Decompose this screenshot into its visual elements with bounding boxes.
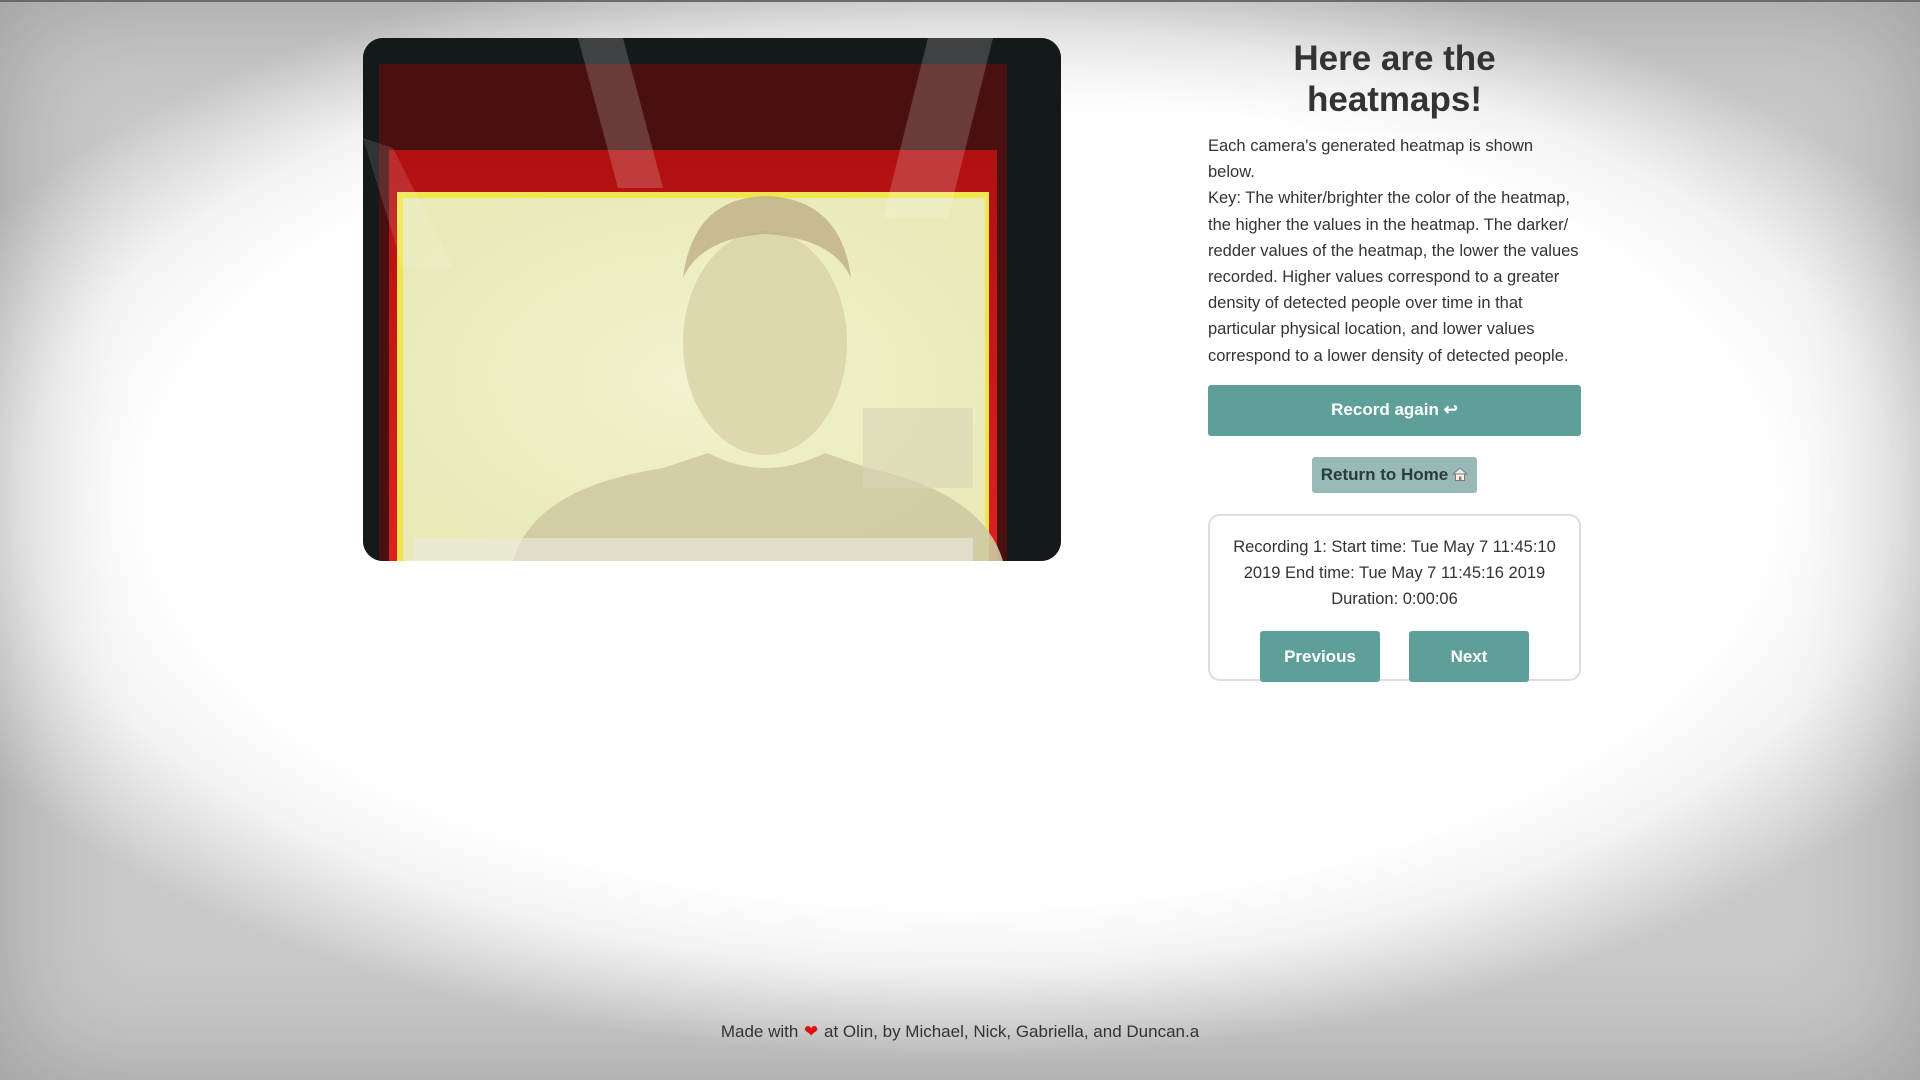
previous-button[interactable]: Previous <box>1260 631 1380 683</box>
right-panel: Here are the heatmaps! Each camera's gen… <box>1208 38 1581 683</box>
recording-card: Recording 1: Start time: Tue May 7 11:45… <box>1208 513 1581 683</box>
heatmap-description: Each camera's generated heatmap is shown… <box>1208 133 1581 369</box>
recording-nav: Previous Next <box>1226 631 1563 683</box>
heatmap-image <box>363 38 1061 561</box>
footer: Made with ❤ at Olin, by Michael, Nick, G… <box>0 1022 1920 1042</box>
return-to-home-button[interactable]: Return to Home <box>1311 456 1478 493</box>
home-icon <box>1451 466 1469 481</box>
description-key: Key: The whiter/brighter the color of th… <box>1208 189 1579 365</box>
footer-prefix: Made with <box>720 1022 799 1041</box>
return-to-home-label: Return to Home <box>1320 464 1449 484</box>
heart-icon: ❤ <box>804 1022 819 1041</box>
home-button-wrap: Return to Home <box>1208 456 1581 493</box>
next-button[interactable]: Next <box>1409 631 1529 683</box>
description-intro: Each camera's generated heatmap is shown… <box>1208 137 1534 182</box>
recording-info: Recording 1: Start time: Tue May 7 11:45… <box>1233 537 1556 609</box>
page-title: Here are the heatmaps! <box>1293 39 1496 119</box>
record-again-button[interactable]: Record again ↩ <box>1208 384 1581 436</box>
footer-suffix: at Olin, by Michael, Nick, Gabriella, an… <box>824 1022 1200 1041</box>
